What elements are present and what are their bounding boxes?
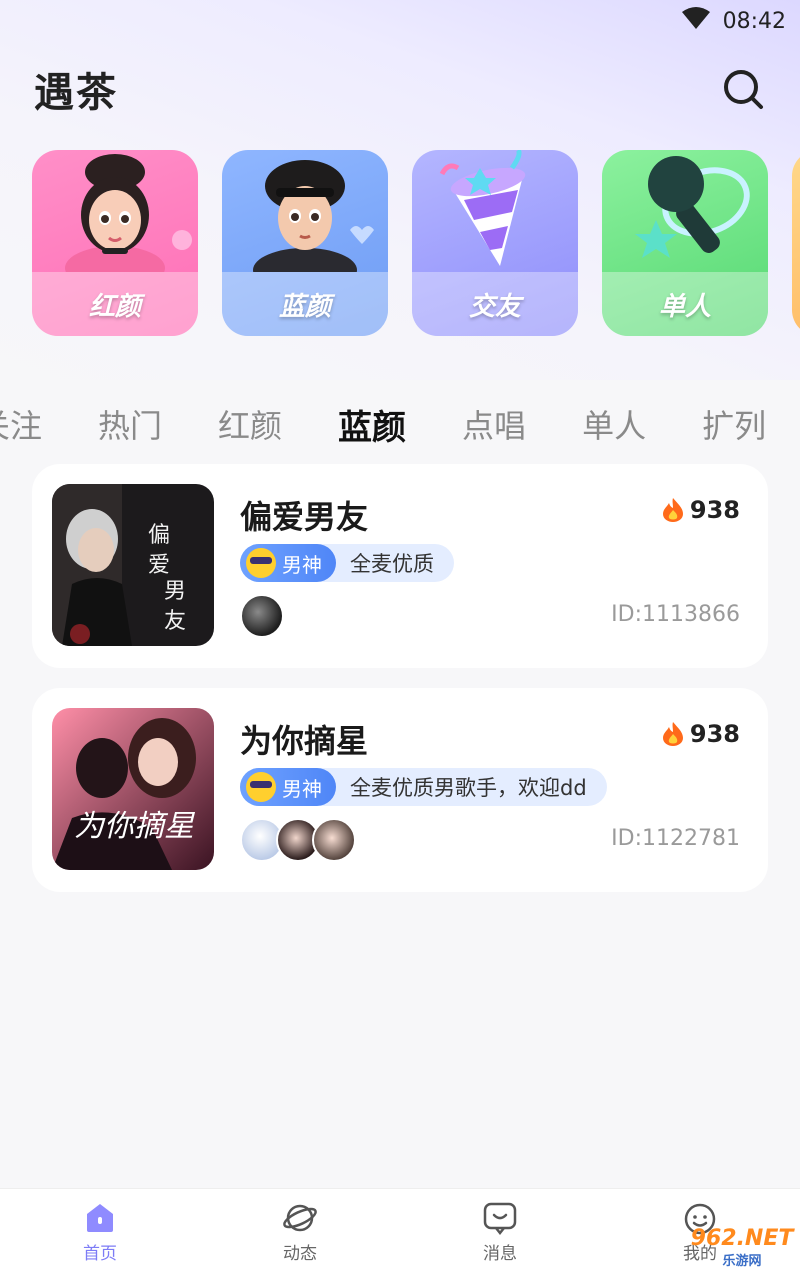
cover-text-1: 偏	[148, 522, 170, 547]
girl-avatar-icon	[65, 154, 192, 272]
badge-label: 男神	[282, 776, 322, 801]
category-label: 单人	[658, 291, 711, 322]
tab-follow[interactable]: 关注	[0, 401, 42, 447]
status-time: 08:42	[722, 8, 786, 34]
avatar	[240, 594, 284, 638]
room-avatars	[240, 818, 356, 862]
category-card-single[interactable]: 单人	[602, 150, 768, 336]
male-god-badge: 男神	[240, 768, 336, 806]
cover-text-4: 友	[164, 608, 186, 633]
room-tag-row: 男神 全麦优质	[240, 544, 454, 582]
planet-icon	[283, 1204, 317, 1232]
fire-icon	[662, 498, 683, 522]
category-band: 交友	[412, 272, 578, 336]
site-watermark: 962.NET 乐游网	[691, 1226, 794, 1270]
message-icon	[483, 1202, 517, 1235]
room-cover: 为你摘星	[52, 708, 214, 870]
cover-text-2: 爱	[148, 552, 170, 577]
cover-text: 为你摘星	[74, 810, 196, 843]
nav-home[interactable]: 首页	[0, 1189, 200, 1280]
category-card-blue[interactable]: 蓝颜	[222, 150, 388, 336]
boy-avatar-icon	[253, 160, 374, 272]
heat-value: 938	[689, 496, 740, 524]
room-id: ID:1113866	[611, 602, 740, 627]
microphone-icon	[635, 156, 750, 258]
app-header: 遇茶	[34, 58, 766, 120]
status-bar: 08:42	[0, 0, 800, 42]
category-label: 蓝颜	[278, 291, 331, 322]
badge-label: 男神	[282, 552, 322, 577]
tab-single[interactable]: 单人	[582, 401, 646, 447]
nav-label: 消息	[483, 1244, 517, 1264]
room-heat: 938	[662, 496, 740, 524]
room-heat: 938	[662, 720, 740, 748]
sunglasses-face-icon	[246, 772, 276, 802]
room-title: 为你摘星	[240, 722, 369, 760]
search-icon	[724, 70, 763, 109]
tab-sing[interactable]: 点唱	[462, 401, 526, 447]
tab-hot[interactable]: 热门	[98, 401, 162, 447]
watermark-line1: 962.NET	[690, 1225, 794, 1251]
room-id: ID:1122781	[611, 826, 740, 851]
tab-expand[interactable]: 扩列	[702, 401, 766, 447]
app-title: 遇茶	[34, 70, 118, 116]
category-band: 红颜	[32, 272, 198, 336]
room-card[interactable]: 偏 爱 男 友 偏爱男友 938 男神 全麦优质 ID:1113866	[32, 464, 768, 668]
category-row: 红颜 蓝颜 交友 单人	[32, 150, 800, 340]
wifi-icon	[681, 6, 711, 36]
room-avatars	[240, 594, 284, 638]
bottom-nav: 首页 动态 消息 我的	[0, 1188, 800, 1280]
tab-blue[interactable]: 蓝颜	[338, 400, 406, 449]
cover-text-3: 男	[164, 578, 186, 603]
room-desc: 全麦优质男歌手，欢迎dd	[350, 776, 587, 800]
party-popper-icon	[439, 150, 526, 266]
sunglasses-face-icon	[246, 548, 276, 578]
tab-red[interactable]: 红颜	[218, 401, 282, 447]
avatar	[312, 818, 356, 862]
nav-label: 动态	[283, 1244, 317, 1264]
nav-messages[interactable]: 消息	[400, 1189, 600, 1280]
watermark-line2: 乐游网	[722, 1253, 762, 1269]
nav-moments[interactable]: 动态	[200, 1189, 400, 1280]
room-cover: 偏 爱 男 友	[52, 484, 214, 646]
male-god-badge: 男神	[240, 544, 336, 582]
category-band: 单人	[602, 272, 768, 336]
room-tabs: 关注 热门 红颜 蓝颜 点唱 单人 扩列	[0, 396, 800, 452]
room-desc: 全麦优质	[350, 552, 434, 576]
fire-icon	[662, 722, 683, 746]
category-band: 蓝颜	[222, 272, 388, 336]
nav-label: 首页	[83, 1244, 117, 1264]
room-card[interactable]: 为你摘星 为你摘星 938 男神 全麦优质男歌手，欢迎dd ID:1122781	[32, 688, 768, 892]
search-button[interactable]	[720, 66, 766, 112]
heat-value: 938	[689, 720, 740, 748]
category-label: 交友	[468, 291, 521, 322]
category-label: 红颜	[88, 291, 141, 322]
category-card-friend[interactable]: 交友	[412, 150, 578, 336]
room-tag-row: 男神 全麦优质男歌手，欢迎dd	[240, 768, 607, 806]
category-card-more[interactable]	[792, 150, 800, 336]
room-title: 偏爱男友	[240, 498, 369, 536]
category-card-red[interactable]: 红颜	[32, 150, 198, 336]
home-icon	[87, 1204, 113, 1232]
